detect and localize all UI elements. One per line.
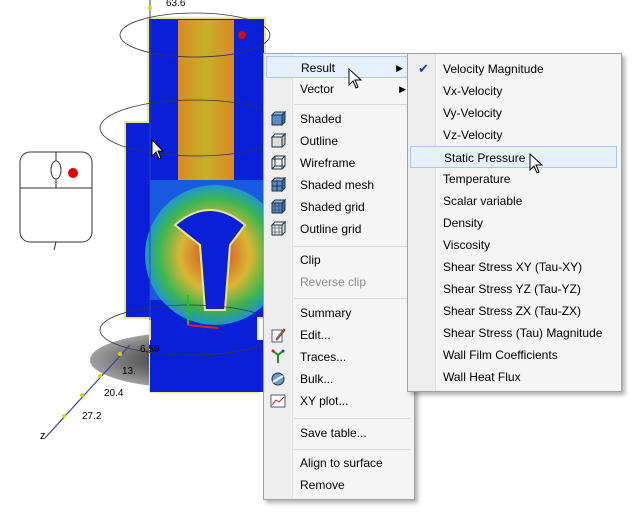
menu-item-clip[interactable]: Clip [264,249,414,271]
menu-item-wireframe[interactable]: Wireframe [264,152,414,174]
axis-value-1: 6.59 [140,344,160,355]
submenu-item-shear-stress-magnitude[interactable]: Shear Stress (Tau) Magnitude [408,322,621,344]
bulk-icon [271,372,285,386]
menu-item-result[interactable]: Result ▶ [266,56,412,78]
submenu-item-wall-heat-flux[interactable]: Wall Heat Flux [408,366,621,388]
menu-item-bulk[interactable]: Bulk... [264,368,414,390]
submenu-arrow-icon: ▶ [396,63,403,73]
cursor-icon [348,68,363,89]
submenu-item-static-pressure[interactable]: Static Pressure [410,146,617,168]
cursor-icon [529,153,544,174]
menu-item-shaded-grid[interactable]: Shaded grid [264,196,414,218]
context-menu: Result ▶ Vector ▶ Shaded Outline Wirefra… [263,53,415,500]
menu-item-vector[interactable]: Vector ▶ [264,78,414,100]
menu-item-remove[interactable]: Remove [264,474,414,496]
xy-plot-icon [270,394,286,408]
submenu-item-vx-velocity[interactable]: Vx-Velocity [408,80,621,102]
submenu-item-density[interactable]: Density [408,212,621,234]
menu-item-shaded-mesh[interactable]: Shaded mesh [264,174,414,196]
submenu-item-temperature[interactable]: Temperature [408,168,621,190]
result-submenu: ✔ Velocity Magnitude Vx-Velocity Vy-Velo… [407,53,622,392]
menu-item-align-to-surface[interactable]: Align to surface [264,452,414,474]
submenu-item-scalar-variable[interactable]: Scalar variable [408,190,621,212]
wireframe-cube-icon [271,155,286,170]
menu-item-save-table[interactable]: Save table... [264,422,414,444]
submenu-item-vz-velocity[interactable]: Vz-Velocity [408,124,621,146]
menu-item-xy-plot[interactable]: XY plot... [264,390,414,412]
traces-icon [271,349,285,363]
mouse-hint-icon [19,151,93,251]
outline-grid-icon [270,221,286,237]
menu-item-shaded[interactable]: Shaded [264,108,414,130]
submenu-item-viscosity[interactable]: Viscosity [408,234,621,256]
menu-item-summary[interactable]: Summary [264,302,414,324]
axis-value-2: 13. [122,366,136,377]
edit-icon [271,328,286,343]
submenu-arrow-icon: ▶ [399,84,406,94]
axis-value-3: 20.4 [104,388,124,399]
outline-cube-icon [270,133,286,149]
submenu-item-shear-stress-xy[interactable]: Shear Stress XY (Tau-XY) [408,256,621,278]
menu-item-outline[interactable]: Outline [264,130,414,152]
shaded-grid-icon [270,199,286,215]
shaded-cube-icon [270,111,286,127]
menu-item-reverse-clip: Reverse clip [300,275,367,289]
shaded-mesh-icon [270,177,286,193]
menu-item-traces[interactable]: Traces... [264,346,414,368]
submenu-item-vy-velocity[interactable]: Vy-Velocity [408,102,621,124]
axis-top-value: 63.6 [166,0,186,9]
axis-z-label: z [40,430,46,442]
submenu-item-wall-film-coefficients[interactable]: Wall Film Coefficients [408,344,621,366]
checkmark-icon: ✔ [418,61,429,76]
submenu-item-velocity-magnitude[interactable]: ✔ Velocity Magnitude [408,58,621,80]
menu-item-outline-grid[interactable]: Outline grid [264,218,414,240]
submenu-item-shear-stress-zx[interactable]: Shear Stress ZX (Tau-ZX) [408,300,621,322]
axis-value-4: 27.2 [82,411,102,422]
menu-item-edit[interactable]: Edit... [264,324,414,346]
submenu-item-shear-stress-yz[interactable]: Shear Stress YZ (Tau-YZ) [408,278,621,300]
